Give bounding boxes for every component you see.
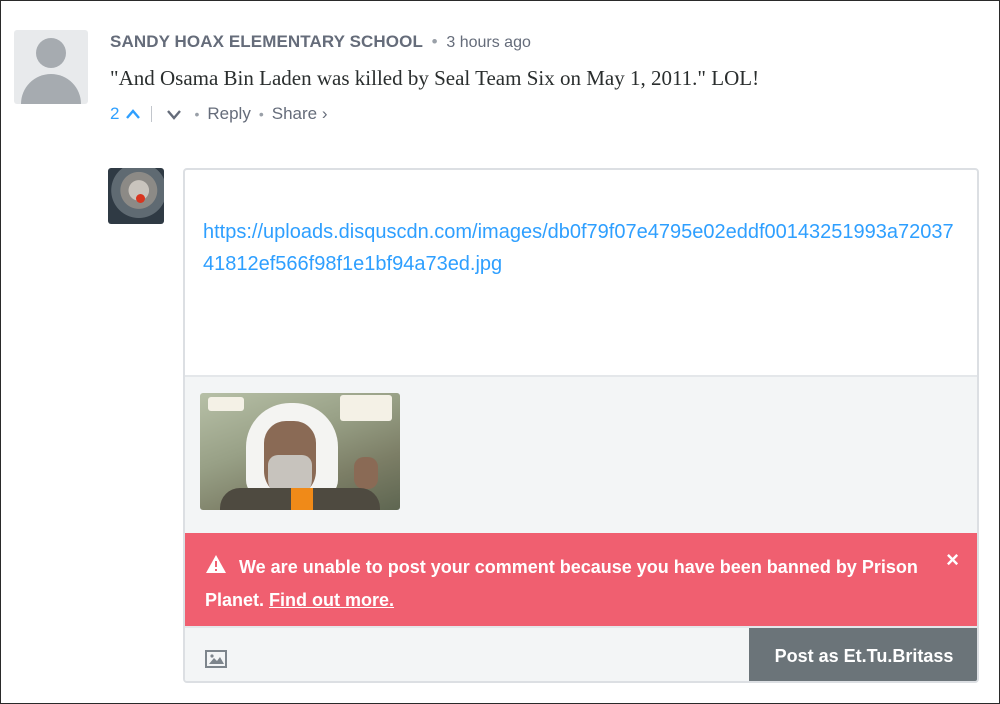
find-out-more-link[interactable]: Find out more. <box>269 590 394 610</box>
comment-header: SANDY HOAX ELEMENTARY SCHOOL • 3 hours a… <box>110 32 531 54</box>
attachments-strip <box>185 375 977 533</box>
thumbnail-figure-hand <box>354 457 378 489</box>
image-thumbnail[interactable] <box>200 393 400 510</box>
image-icon[interactable] <box>205 650 227 668</box>
thumbnail-caption-bubble <box>208 397 244 411</box>
thumbnail-caption-bubble <box>340 395 392 421</box>
comment-actions: 2 • Reply • Share › <box>110 102 328 126</box>
upvote-button[interactable] <box>125 108 141 120</box>
comment-timestamp[interactable]: 3 hours ago <box>446 34 531 51</box>
share-link[interactable]: Share › <box>272 104 328 124</box>
commenter-avatar[interactable] <box>14 30 88 104</box>
header-separator: • <box>431 32 438 51</box>
reply-composer: https://uploads.disquscdn.com/images/db0… <box>183 168 979 683</box>
reply-link[interactable]: Reply <box>207 104 250 124</box>
thumbnail-target-patch <box>291 488 313 510</box>
downvote-button[interactable] <box>166 108 182 120</box>
action-separator: • <box>194 106 200 122</box>
current-user-avatar[interactable] <box>108 168 164 224</box>
post-button[interactable]: Post as Et.Tu.Britass <box>749 628 977 681</box>
alert-message: We are unable to post your comment becau… <box>205 551 925 617</box>
avatar-shoulders-shape <box>21 74 81 104</box>
comment-author[interactable]: SANDY HOAX ELEMENTARY SCHOOL <box>110 32 423 51</box>
avatar-head-shape <box>36 38 66 68</box>
action-separator: • <box>258 106 264 122</box>
close-icon[interactable]: × <box>946 547 959 573</box>
vote-divider <box>151 106 153 122</box>
chevron-down-icon <box>167 110 182 120</box>
reply-textarea[interactable]: https://uploads.disquscdn.com/images/db0… <box>185 170 977 375</box>
banned-alert: We are unable to post your comment becau… <box>185 533 977 626</box>
comment-body: "And Osama Bin Laden was killed by Seal … <box>110 66 760 90</box>
avatar-detail <box>136 194 145 203</box>
chevron-up-icon <box>126 109 141 119</box>
composer-toolbar: Post as Et.Tu.Britass <box>185 626 977 681</box>
vote-count: 2 <box>110 104 120 123</box>
